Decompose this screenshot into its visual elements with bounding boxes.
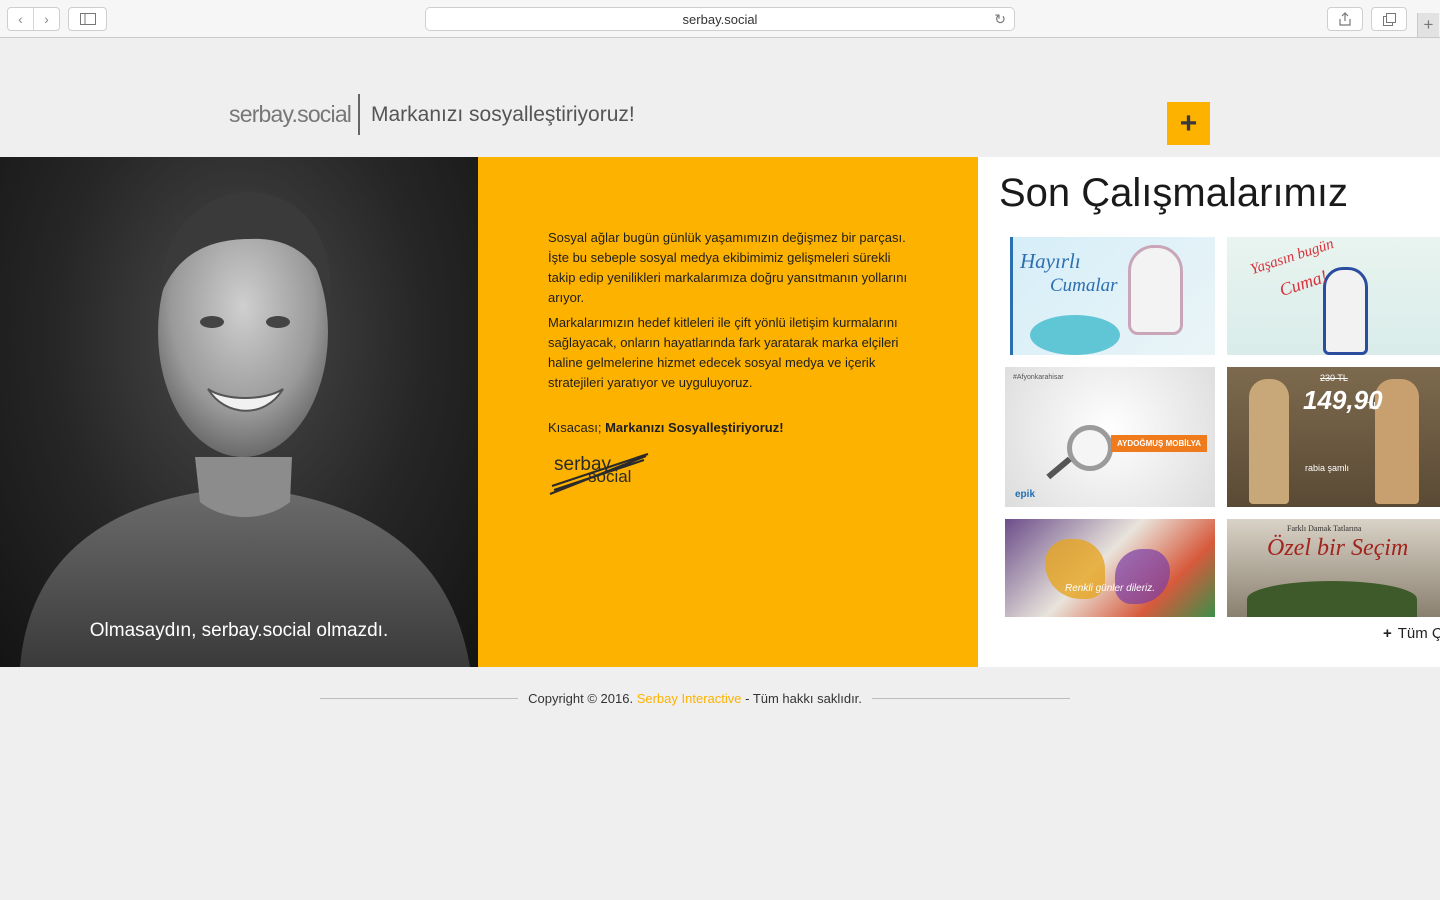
about-summary: Kısacası; Markanızı Sosyalleştiriyoruz! — [548, 418, 913, 438]
back-icon[interactable]: ‹ — [8, 8, 33, 30]
about-paragraph-1: Sosyal ağlar bugün günlük yaşamımızın de… — [548, 230, 908, 305]
work-thumb-2[interactable]: Yaşasın bugün Cuma! — [1227, 237, 1440, 355]
thumb-3-magnifier — [1067, 425, 1113, 471]
thumb-1-line2: Cumalar — [1050, 275, 1118, 296]
work-thumb-1[interactable]: Hayırlı Cumalar — [1010, 237, 1215, 355]
thumb-2-figure — [1323, 267, 1368, 355]
tabs-icon — [1382, 12, 1396, 26]
copyright-prefix: Copyright © 2016. — [528, 690, 634, 706]
url-text: serbay.social — [682, 11, 758, 27]
thumb-1-border — [1010, 237, 1013, 355]
share-button[interactable] — [1327, 7, 1363, 31]
thumb-1-line1: Hayırlı — [1020, 249, 1081, 273]
recent-works-title: Son Çalışmalarımız — [999, 171, 1348, 215]
serbay-mini-logo: serbay social — [549, 452, 649, 496]
thumb-3-handle — [1046, 456, 1072, 480]
portrait-illustration — [20, 191, 470, 667]
work-thumb-5[interactable]: Renkli günler dileriz. — [1005, 519, 1215, 617]
menu-plus-button[interactable]: + — [1167, 102, 1210, 145]
thumb-3-hashtag: #Afyonkarahisar — [1013, 374, 1064, 381]
site-tagline: Markanızı sosyalleştiriyoruz! — [371, 103, 635, 126]
copyright-text: Copyright © 2016. Serbay Interactive - T… — [518, 691, 872, 706]
summary-bold: Markanızı Sosyalleştiriyoruz! — [605, 420, 784, 435]
summary-prefix: Kısacası; — [548, 420, 602, 435]
thumb-1-figure — [1128, 245, 1183, 335]
thumb-4-brand: rabia şamlı — [1305, 463, 1350, 473]
thumb-5-caption: Renkli günler dileriz. — [1065, 583, 1156, 594]
logo-divider — [358, 94, 360, 135]
reload-icon[interactable]: ↻ — [994, 11, 1006, 28]
see-all-label: Tüm Ç — [1397, 625, 1440, 642]
site-logo[interactable]: serbay.social — [229, 101, 352, 128]
thumb-1-flowers — [1030, 315, 1120, 355]
recent-works-panel: Son Çalışmalarımız Hayırlı Cumalar Yaşas… — [978, 157, 1440, 667]
thumb-6-subtitle: Farklı Damak Tatlarına — [1287, 524, 1362, 533]
thumb-4-figure-1 — [1249, 379, 1289, 504]
hero-photo — [0, 157, 478, 667]
thumb-6-food — [1247, 581, 1417, 617]
footer-line-left — [320, 697, 519, 699]
footer: Copyright © 2016. Serbay Interactive - T… — [320, 688, 1070, 708]
sidebar-toggle-button[interactable] — [68, 7, 107, 31]
copyright-suffix: - Tüm hakkı saklıdır. — [745, 690, 862, 706]
hero-caption: Olmasaydın, serbay.social olmazdı. — [89, 620, 389, 641]
work-thumb-6[interactable]: Farklı Damak Tatlarına Özel bir Seçim — [1227, 519, 1440, 617]
forward-icon[interactable]: › — [33, 8, 59, 30]
share-icon — [1339, 12, 1351, 26]
browser-toolbar: ‹ › serbay.social ↻ + — [0, 0, 1440, 38]
about-paragraph-2: Markalarımızın hedef kitleleri ile çift … — [548, 315, 899, 390]
footer-line-right — [871, 697, 1070, 699]
thumb-6-title: Özel bir Seçim — [1267, 535, 1409, 561]
new-tab-button[interactable]: + — [1417, 13, 1439, 37]
see-all-works-link[interactable]: + Tüm Ç — [1383, 625, 1440, 642]
plus-icon: + — [1383, 625, 1392, 642]
work-thumb-4[interactable]: 230 TL 149,90 TL rabia şamlı — [1227, 367, 1440, 507]
thumb-5-handprint-2 — [1115, 549, 1170, 604]
sidebar-icon — [79, 13, 96, 25]
tabs-overview-button[interactable] — [1371, 7, 1407, 31]
address-bar[interactable]: serbay.social ↻ — [425, 7, 1015, 31]
brand-link[interactable]: Serbay Interactive — [637, 691, 742, 706]
work-thumb-3[interactable]: #Afyonkarahisar AYDOĞMUŞ MOBİLYA epik — [1005, 367, 1215, 507]
thumb-3-epik: epik — [1015, 489, 1036, 500]
thumb-4-currency: TL — [1367, 401, 1379, 412]
thumb-3-brand: AYDOĞMUŞ MOBİLYA — [1111, 435, 1208, 452]
thumb-4-old-price: 230 TL — [1320, 373, 1348, 383]
history-nav: ‹ › — [7, 7, 60, 31]
